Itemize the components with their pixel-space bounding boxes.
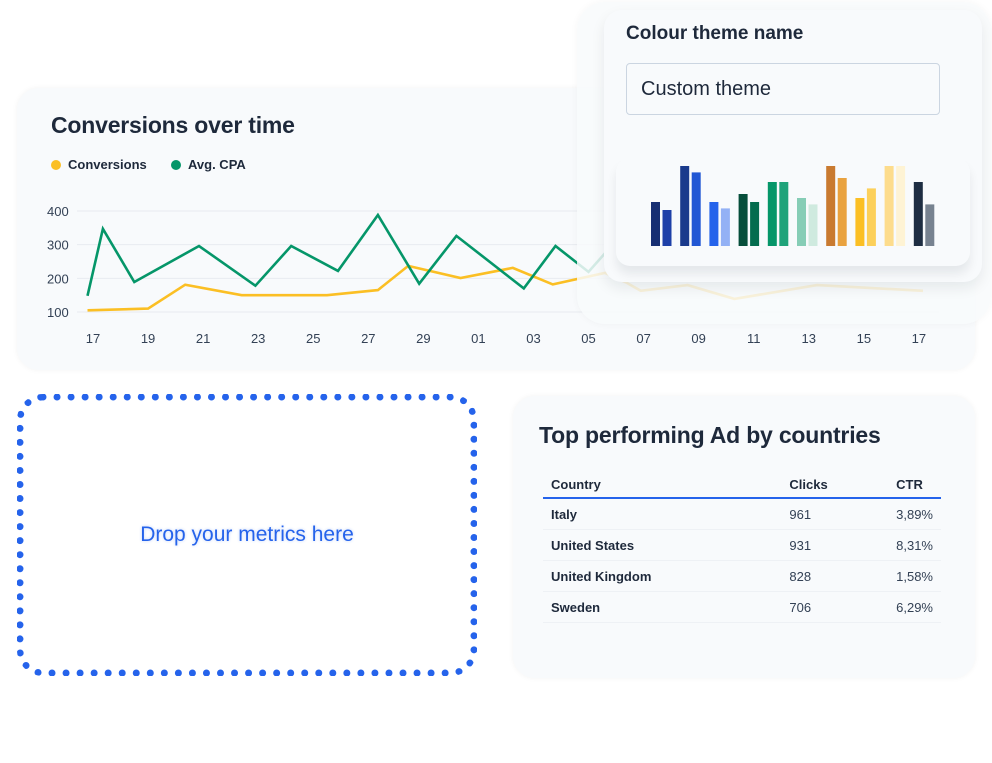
x-tick-label: 17	[86, 331, 100, 346]
x-tick-label: 29	[416, 331, 430, 346]
palette-swatch-bar[interactable]	[680, 166, 690, 246]
x-tick-label: 09	[691, 331, 705, 346]
column-header-ctr[interactable]: CTR	[888, 471, 941, 499]
y-tick-label: 100	[47, 305, 69, 320]
table-row: Sweden 706 6,29%	[543, 591, 941, 623]
palette-swatch-bar[interactable]	[826, 166, 836, 246]
palette-swatch-bar[interactable]	[913, 182, 923, 246]
x-tick-label: 23	[251, 331, 265, 346]
x-tick-label: 15	[857, 331, 871, 346]
palette-swatch-bar[interactable]	[709, 202, 719, 246]
palette-swatch-bar[interactable]	[925, 204, 935, 246]
x-tick-label: 01	[471, 331, 485, 346]
palette-swatch-bar[interactable]	[779, 182, 789, 246]
cell-ctr: 1,58%	[888, 560, 941, 592]
palette-swatch-bar[interactable]	[808, 204, 818, 246]
palette-swatch-bar[interactable]	[738, 194, 748, 246]
x-tick-label: 25	[306, 331, 320, 346]
palette-swatch-bar[interactable]	[866, 188, 876, 246]
theme-name-input[interactable]	[626, 63, 940, 115]
dropzone-label: Drop your metrics here	[140, 523, 354, 546]
palette-swatch-bar[interactable]	[884, 166, 894, 246]
palette-swatch-bar[interactable]	[750, 202, 760, 246]
countries-table: Country Clicks CTR Italy 961 3,89% Unite…	[543, 471, 941, 623]
cell-clicks: 961	[781, 498, 889, 530]
x-tick-label: 27	[361, 331, 375, 346]
x-tick-label: 17	[912, 331, 926, 346]
column-header-clicks[interactable]: Clicks	[781, 471, 889, 499]
palette-swatch-bar[interactable]	[855, 198, 865, 246]
palette-swatch-bar[interactable]	[896, 166, 906, 246]
cell-country: United States	[543, 529, 782, 561]
x-tick-label: 21	[196, 331, 210, 346]
palette-swatch-bar[interactable]	[797, 198, 806, 246]
x-tick-label: 13	[802, 331, 816, 346]
y-tick-label: 300	[47, 238, 69, 253]
palette-swatch-bar[interactable]	[651, 202, 660, 246]
cell-ctr: 8,31%	[888, 529, 941, 561]
cell-clicks: 828	[781, 560, 889, 592]
metrics-dropzone[interactable]: Drop your metrics here	[17, 394, 477, 676]
x-tick-label: 11	[747, 331, 761, 346]
palette-swatch-bar[interactable]	[691, 172, 701, 246]
palette-swatch-bar[interactable]	[837, 178, 847, 246]
series-line-avg-cpa	[86, 212, 607, 297]
table-title: Top performing Ad by countries	[539, 422, 881, 448]
x-tick-label: 03	[526, 331, 540, 346]
cell-country: Italy	[543, 498, 782, 530]
palette-swatch-bar[interactable]	[767, 182, 777, 246]
table-header-row: Country Clicks CTR	[543, 471, 941, 499]
popover-title: Colour theme name	[626, 23, 804, 44]
y-tick-label: 400	[47, 204, 69, 219]
palette-preview[interactable]	[616, 158, 970, 266]
table-row: Italy 961 3,89%	[543, 498, 941, 530]
colour-theme-popover: Colour theme name	[604, 10, 982, 282]
cell-country: United Kingdom	[543, 560, 782, 592]
cell-country: Sweden	[543, 591, 782, 623]
table-row: United States 931 8,31%	[543, 529, 941, 561]
palette-bars	[651, 166, 935, 246]
cell-clicks: 931	[781, 529, 889, 561]
y-tick-label: 200	[47, 271, 69, 286]
column-header-country[interactable]: Country	[543, 471, 782, 499]
cell-clicks: 706	[781, 591, 889, 623]
table-row: United Kingdom 828 1,58%	[543, 560, 941, 592]
x-tick-label: 07	[636, 331, 650, 346]
x-tick-label: 19	[141, 331, 155, 346]
palette-swatch-bar[interactable]	[720, 208, 730, 246]
cell-ctr: 6,29%	[888, 591, 941, 623]
cell-ctr: 3,89%	[888, 498, 941, 530]
palette-swatch-bar[interactable]	[662, 210, 672, 246]
x-tick-label: 05	[581, 331, 595, 346]
top-countries-card: Top performing Ad by countries Country C…	[513, 396, 975, 678]
